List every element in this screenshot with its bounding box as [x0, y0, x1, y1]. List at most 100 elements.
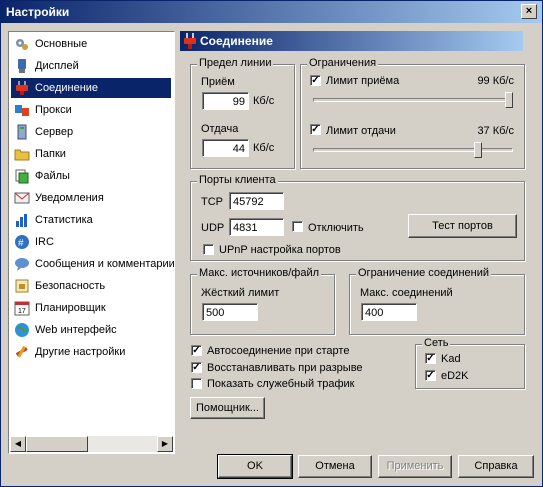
- sidebar-item[interactable]: Файлы: [11, 166, 171, 186]
- title-bar[interactable]: Настройки ×: [1, 1, 542, 23]
- upload-limit-label: Лимит отдачи: [326, 125, 396, 137]
- upnp-checkbox[interactable]: [203, 244, 214, 255]
- udp-port-input[interactable]: 4831: [229, 218, 284, 236]
- line-limit-title: Предел линии: [197, 57, 274, 69]
- sidebar-item[interactable]: Уведомления: [11, 188, 171, 208]
- cancel-button[interactable]: Отмена: [298, 455, 372, 478]
- max-connections-label: Макс. соединений: [360, 287, 453, 299]
- disable-udp-checkbox[interactable]: [292, 221, 303, 232]
- show-overhead-label: Показать служебный трафик: [207, 378, 355, 390]
- sidebar-item[interactable]: Web интерфейс: [11, 320, 171, 340]
- upload-label: Отдача: [201, 123, 239, 135]
- autoconnect-checkbox[interactable]: ✓: [191, 345, 202, 356]
- folder-icon: [14, 146, 30, 162]
- help-button[interactable]: Справка: [458, 455, 534, 478]
- messages-icon: [14, 256, 30, 272]
- window-title: Настройки: [6, 5, 70, 19]
- tcp-label: TCP: [201, 196, 223, 208]
- sidebar-item[interactable]: Безопасность: [11, 276, 171, 296]
- max-sources-title: Макс. источников/файл: [197, 267, 322, 279]
- horizontal-scrollbar[interactable]: ◀ ▶: [10, 436, 173, 452]
- server-icon: [14, 124, 30, 140]
- globe-icon: [14, 322, 30, 338]
- disable-udp-label: Отключить: [308, 222, 364, 234]
- connection-limit-group: Ограничение соединений Макс. соединений …: [349, 267, 525, 335]
- plug-icon: [14, 80, 30, 96]
- kad-label: Kad: [441, 353, 461, 365]
- sidebar-item-label: Web интерфейс: [35, 324, 117, 336]
- sidebar-item[interactable]: Основные: [11, 34, 171, 54]
- show-overhead-checkbox[interactable]: [191, 378, 202, 389]
- sidebar-item-label: Безопасность: [35, 280, 106, 292]
- limits-group: Ограничения ✓ Лимит приёма 99 Кб/с ✓ Лим…: [300, 57, 525, 169]
- max-sources-group: Макс. источников/файл Жёсткий лимит 500: [190, 267, 335, 335]
- ed2k-checkbox[interactable]: ✓: [425, 370, 436, 381]
- calendar-icon: 17: [14, 300, 30, 316]
- download-capacity-input[interactable]: 99: [202, 92, 249, 110]
- download-label: Приём: [201, 76, 235, 88]
- download-slider-track: [313, 98, 513, 102]
- apply-button[interactable]: Применить: [378, 455, 452, 478]
- reconnect-checkbox[interactable]: ✓: [191, 362, 202, 373]
- ports-title: Порты клиента: [197, 174, 278, 186]
- scroll-thumb[interactable]: [26, 436, 88, 452]
- sidebar-item[interactable]: Дисплей: [11, 56, 171, 76]
- sidebar-item-label: Другие настройки: [35, 346, 126, 358]
- page-title: Соединение: [200, 34, 273, 48]
- sidebar-item[interactable]: Сообщения и комментарии: [11, 254, 175, 274]
- upload-unit: Кб/с: [253, 142, 275, 154]
- hard-limit-input[interactable]: 500: [202, 303, 258, 321]
- sidebar-item-label: Прокси: [35, 104, 72, 116]
- sidebar-item-label: Планировщик: [35, 302, 106, 314]
- settings-window: Настройки × Основные Дисплей Соединение Про…: [0, 0, 543, 487]
- monitor-icon: [14, 58, 30, 74]
- udp-label: UDP: [201, 222, 225, 234]
- download-slider-thumb[interactable]: [505, 92, 513, 108]
- ed2k-label: eD2K: [441, 370, 469, 382]
- kad-checkbox[interactable]: ✓: [425, 353, 436, 364]
- sidebar-item[interactable]: Прокси: [11, 100, 171, 120]
- hard-limit-label: Жёсткий лимит: [201, 287, 280, 299]
- upnp-label: UPnP настройка портов: [219, 244, 341, 256]
- reconnect-label: Восстанавливать при разрыве: [207, 362, 363, 374]
- test-ports-button[interactable]: Тест портов: [408, 214, 517, 238]
- sidebar-item-label: Уведомления: [35, 192, 104, 204]
- download-limit-checkbox[interactable]: ✓: [310, 75, 321, 86]
- upload-slider-track: [313, 148, 513, 152]
- category-list[interactable]: Основные Дисплей Соединение Прокси Сервер Пап…: [8, 31, 175, 454]
- sidebar-item-label: Файлы: [35, 170, 70, 182]
- sidebar-item[interactable]: 17 Планировщик: [11, 298, 171, 318]
- close-button[interactable]: ×: [521, 4, 537, 19]
- sidebar-item[interactable]: Соединение: [11, 78, 171, 98]
- wizard-button[interactable]: Помощник...: [190, 397, 265, 419]
- connection-limit-title: Ограничение соединений: [356, 267, 492, 279]
- sidebar-item[interactable]: Статистика: [11, 210, 171, 230]
- upload-capacity-input[interactable]: 44: [202, 139, 249, 157]
- limits-title: Ограничения: [307, 57, 379, 69]
- ok-button[interactable]: OK: [217, 454, 293, 479]
- sidebar-item[interactable]: Сервер: [11, 122, 171, 142]
- tools-icon: [14, 344, 30, 360]
- sidebar-item-label: Сообщения и комментарии: [35, 258, 175, 270]
- proxy-icon: [14, 102, 30, 118]
- download-unit: Кб/с: [253, 95, 275, 107]
- line-limit-group: Предел линии Приём 99 Кб/с Отдача 44 Кб/…: [190, 57, 295, 169]
- sidebar-item[interactable]: Папки: [11, 144, 171, 164]
- network-title: Сеть: [422, 337, 451, 349]
- sidebar-item-label: Дисплей: [35, 60, 79, 72]
- max-connections-input[interactable]: 400: [361, 303, 417, 321]
- upload-slider-thumb[interactable]: [474, 142, 483, 158]
- network-group: Сеть ✓ Kad ✓ eD2K: [415, 337, 525, 389]
- scroll-left-icon[interactable]: ◀: [10, 436, 26, 452]
- gears-icon: [14, 36, 30, 52]
- download-limit-value: 99 Кб/с: [477, 75, 514, 87]
- tcp-port-input[interactable]: 45792: [229, 192, 284, 210]
- security-icon: [14, 278, 30, 294]
- upload-limit-checkbox[interactable]: ✓: [310, 124, 321, 135]
- svg-text:#: #: [18, 238, 24, 249]
- sidebar-item[interactable]: # IRC: [11, 232, 171, 252]
- sidebar-item-label: Основные: [35, 38, 88, 50]
- sidebar-item-label: IRC: [35, 236, 54, 248]
- sidebar-item[interactable]: Другие настройки: [11, 342, 171, 362]
- scroll-right-icon[interactable]: ▶: [157, 436, 173, 452]
